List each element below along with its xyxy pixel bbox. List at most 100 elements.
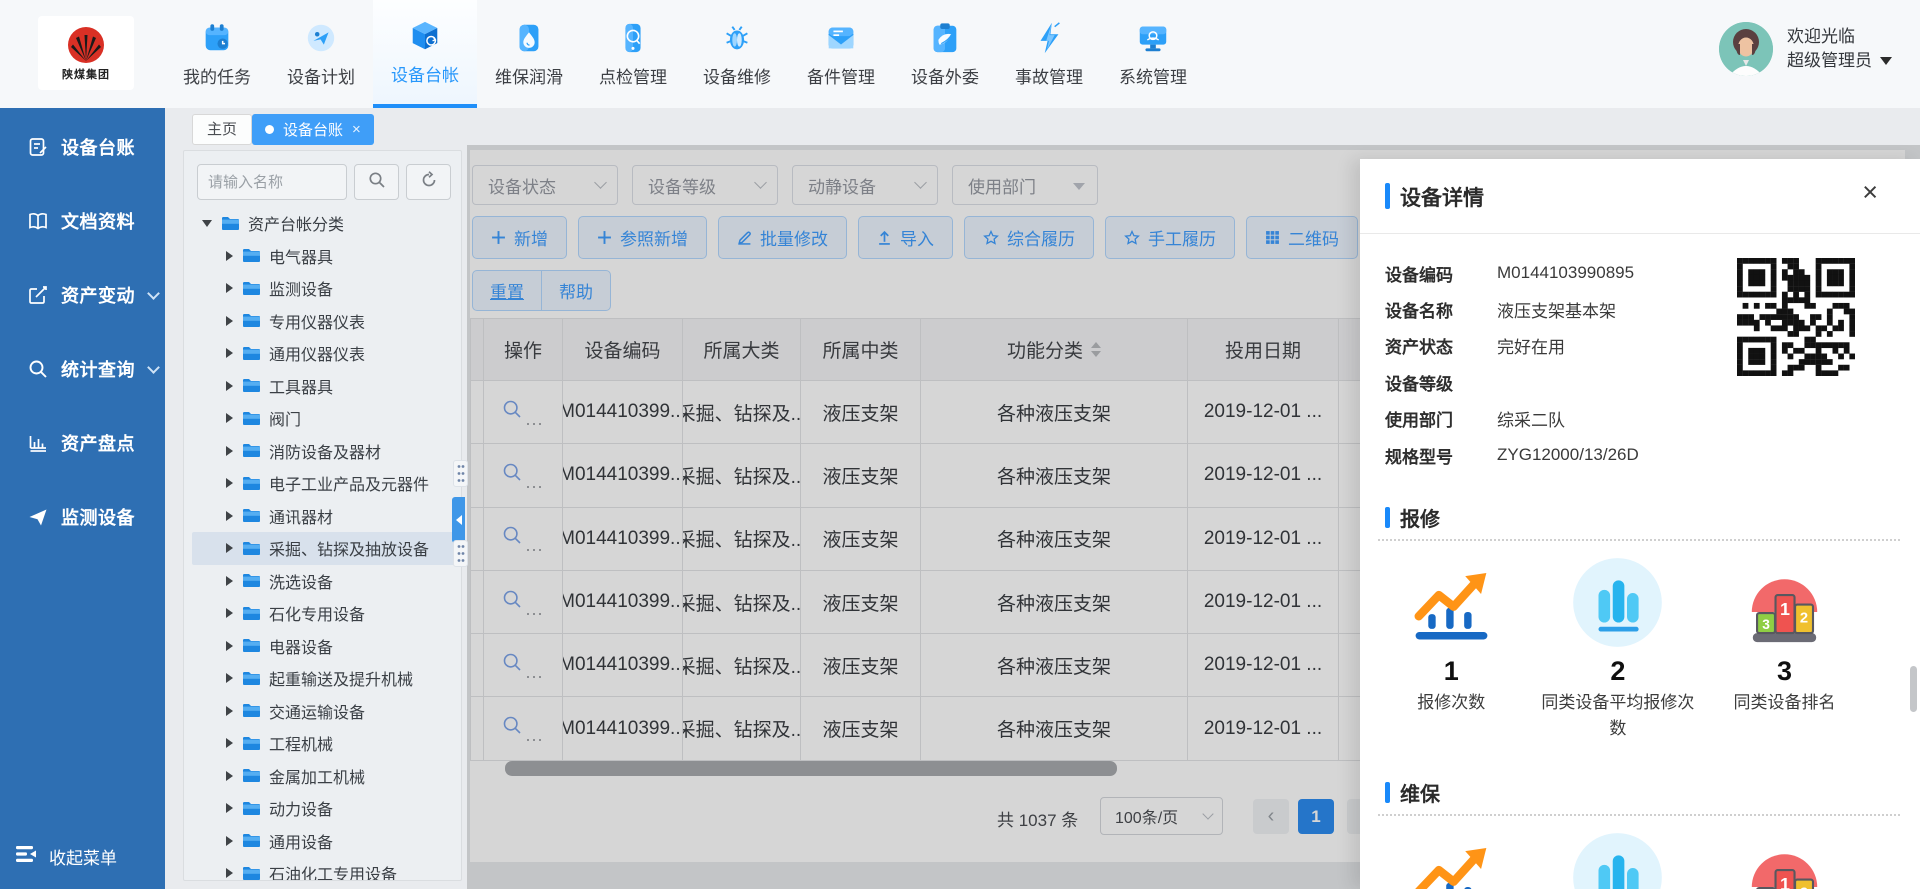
page-size-select[interactable]: 100条/页 [1100,797,1223,835]
col-header-mid-class: 所属中类 [801,319,921,381]
field-label: 规格型号 [1385,443,1497,468]
sidebar-item[interactable]: 监测设备 [0,480,165,554]
tree-node[interactable]: 石化专用设备 [192,597,455,630]
stat-item: 123 [1701,830,1868,889]
tree-search-input[interactable] [197,164,347,200]
toolbar-button[interactable]: 手工履历 [1105,216,1235,259]
more-actions-icon[interactable]: ... [525,535,543,556]
magnifier-icon[interactable] [502,589,523,616]
more-actions-icon[interactable]: ... [525,472,543,493]
filter-select[interactable]: 设备等级 [632,165,778,205]
tree-node[interactable]: 电器设备 [192,630,455,663]
more-actions-icon[interactable]: ... [525,725,543,746]
top-nav-item[interactable]: 设备维修 [685,0,789,108]
tree-node[interactable]: 石油化工专用设备 [192,857,455,880]
top-nav-item[interactable]: 设备计划 [269,0,373,108]
tree-node[interactable]: 专用仪器仪表 [192,305,455,338]
horizontal-scrollbar[interactable] [505,761,1117,776]
tree-node[interactable]: 通用设备 [192,825,455,858]
dotted-divider [1378,814,1900,816]
toolbar-button[interactable]: 参照新增 [578,216,707,259]
collapse-menu-button[interactable]: 收起菜单 [16,844,117,869]
tree-search-button[interactable] [354,164,399,200]
top-nav-item[interactable]: 系统管理 [1101,0,1205,108]
reset-button[interactable]: 重置 [473,271,541,310]
detail-field-row: 规格型号 ZYG12000/13/26D [1385,437,1715,473]
splitter-handle[interactable] [453,540,468,567]
sidebar-item[interactable]: 资产变动 [0,258,165,332]
col-header-function-class[interactable]: 功能分类 [921,319,1188,381]
tree-node[interactable]: 监测设备 [192,272,455,305]
tree-node[interactable]: 洗选设备 [192,565,455,598]
tree-root-node[interactable]: 资产台帐分类 [192,207,455,240]
tree-node[interactable]: 消防设备及器材 [192,435,455,468]
chevron-down-icon [914,176,927,189]
tree-refresh-button[interactable] [406,164,451,200]
cell-mid-class: 液压支架 [801,634,921,697]
magnifier-icon[interactable] [502,525,523,552]
caret-right-icon [226,738,233,748]
folder-icon [242,378,261,393]
more-actions-icon[interactable]: ... [525,409,543,430]
magnifier-icon[interactable] [502,652,523,679]
cell-function-class: 各种液压支架 [921,381,1188,444]
more-actions-icon[interactable]: ... [525,599,543,620]
sidebar-item[interactable]: 统计查询 [0,332,165,406]
top-nav-item[interactable]: 备件管理 [789,0,893,108]
top-nav-item[interactable]: 事故管理 [997,0,1101,108]
magnifier-icon[interactable] [502,715,523,742]
sidebar-item[interactable]: 资产盘点 [0,406,165,480]
drawer-scrollbar[interactable] [1910,666,1917,712]
help-button[interactable]: 帮助 [541,271,610,310]
ledger-icon [26,135,50,159]
user-area[interactable]: 欢迎光临 超级管理员 [1719,22,1892,76]
tree-node[interactable]: 动力设备 [192,792,455,825]
tree-node[interactable]: 电子工业产品及元器件 [192,467,455,500]
caret-right-icon [226,478,233,488]
prev-page-button[interactable]: ‹ [1253,799,1289,834]
tab-home[interactable]: 主页 [192,114,252,145]
tree-node[interactable]: 金属加工机械 [192,760,455,793]
caret-right-icon [226,836,233,846]
tree-node[interactable]: 起重输送及提升机械 [192,662,455,695]
toolbar-button[interactable]: 导入 [858,216,953,259]
top-nav-item[interactable]: 我的任务 [165,0,269,108]
toolbar-button[interactable]: 二维码 [1246,216,1358,259]
current-page-button[interactable]: 1 [1298,799,1334,834]
magnifier-icon[interactable] [502,399,523,426]
tree-node[interactable]: 工具器具 [192,370,455,403]
toolbar-button[interactable]: 新增 [472,216,567,259]
top-nav-item[interactable]: 设备外委 [893,0,997,108]
filter-select[interactable]: 动静设备 [792,165,938,205]
col-header-major-class: 所属大类 [683,319,801,381]
cell-major-class: 采掘、钻探及... [683,444,801,507]
tab-equipment-ledger[interactable]: 设备台账 × [252,114,374,145]
tree-node[interactable]: 工程机械 [192,727,455,760]
sidebar-item[interactable]: 文档资料 [0,184,165,258]
close-icon[interactable]: × [352,122,361,137]
cell-mid-class: 液压支架 [801,571,921,634]
tree-node[interactable]: 通用仪器仪表 [192,337,455,370]
magnifier-icon[interactable] [502,462,523,489]
sort-icon[interactable] [1091,342,1101,357]
tree-node[interactable]: 阀门 [192,402,455,435]
panel-collapse-arrow[interactable] [452,497,465,543]
tree-node[interactable]: 采掘、钻探及抽放设备 [192,532,455,565]
toolbar-button[interactable]: 批量修改 [718,216,847,259]
close-icon[interactable]: × [1862,179,1878,206]
sidebar-item[interactable]: 设备台账 [0,110,165,184]
user-menu-caret-icon[interactable] [1880,57,1892,65]
cell-code: M014410399... [563,571,683,634]
top-nav-item[interactable]: 设备台帐 [373,0,477,108]
tree-node[interactable]: 交通运输设备 [192,695,455,728]
tree-node[interactable]: 电气器具 [192,240,455,273]
top-nav-item[interactable]: 维保润滑 [477,0,581,108]
stat-item [1535,830,1702,889]
filter-select[interactable]: 使用部门 [952,165,1098,205]
splitter-handle[interactable] [453,460,468,487]
filter-select[interactable]: 设备状态 [472,165,618,205]
toolbar-button[interactable]: 综合履历 [964,216,1094,259]
top-nav-item[interactable]: 点检管理 [581,0,685,108]
more-actions-icon[interactable]: ... [525,662,543,683]
tree-node[interactable]: 通讯器材 [192,500,455,533]
